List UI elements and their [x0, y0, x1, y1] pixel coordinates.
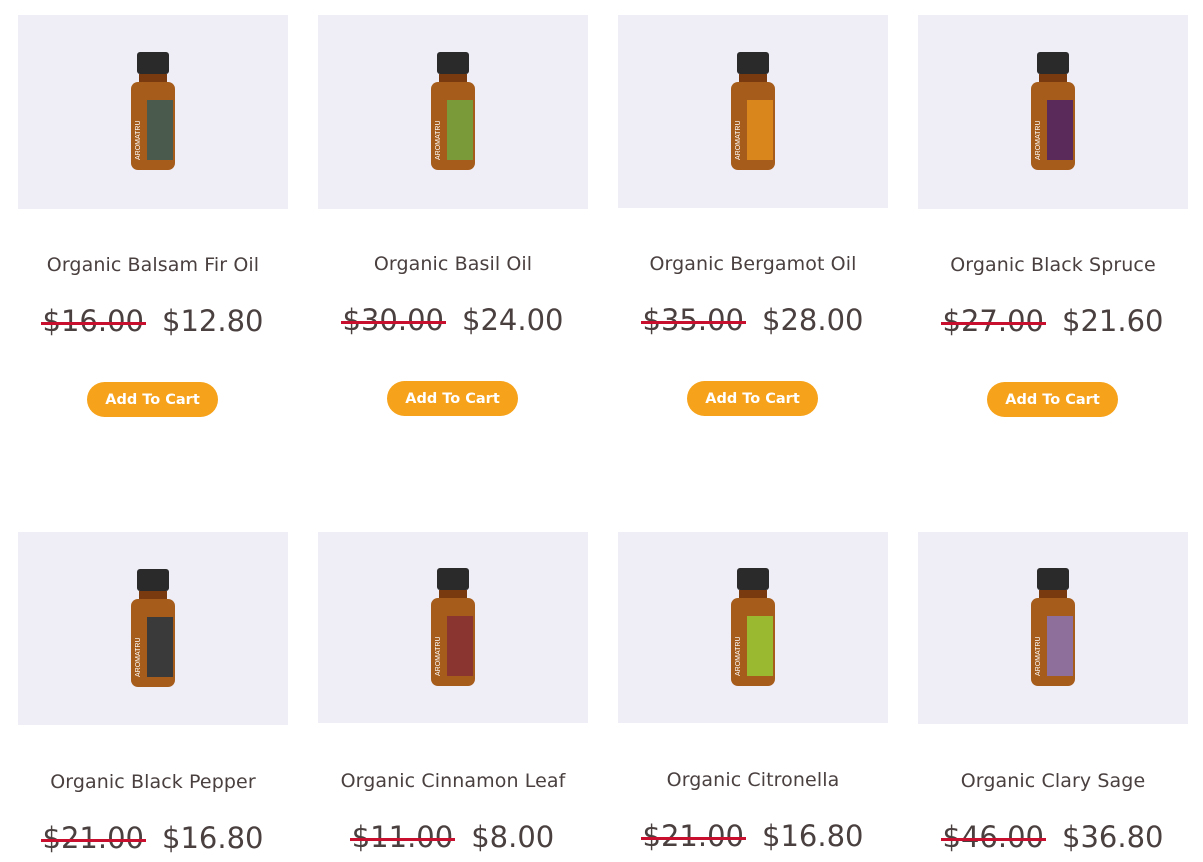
- oil-bottle-icon: AROMATRU: [431, 52, 475, 170]
- product-card: AROMATRU Organic Basil Oil $30.00 $24.00…: [318, 15, 588, 435]
- add-to-cart-button[interactable]: Add To Cart: [987, 382, 1118, 417]
- original-price: $16.00: [40, 304, 147, 338]
- product-title[interactable]: Organic Cinnamon Leaf: [318, 770, 588, 792]
- product-grid: AROMATRU Organic Balsam Fir Oil $16.00 $…: [0, 0, 1203, 862]
- product-card: AROMATRU Organic Black Spruce $27.00 $21…: [918, 15, 1188, 435]
- original-price: $21.00: [40, 821, 147, 855]
- product-card: AROMATRU Organic Black Pepper $21.00 $16…: [18, 532, 288, 862]
- product-title[interactable]: Organic Balsam Fir Oil: [18, 254, 288, 276]
- product-title[interactable]: Organic Clary Sage: [918, 770, 1188, 792]
- bottle-brand: AROMATRU: [1035, 636, 1042, 676]
- original-price: $21.00: [640, 819, 747, 853]
- product-card: AROMATRU Organic Balsam Fir Oil $16.00 $…: [18, 15, 288, 435]
- product-card: AROMATRU Organic Clary Sage $46.00 $36.8…: [918, 532, 1188, 862]
- price-row: $30.00 $24.00: [318, 303, 588, 337]
- sale-price: $16.80: [162, 821, 264, 855]
- product-image[interactable]: AROMATRU: [918, 532, 1188, 724]
- price-row: $27.00 $21.60: [918, 304, 1188, 338]
- oil-bottle-icon: AROMATRU: [131, 52, 175, 170]
- product-image[interactable]: AROMATRU: [318, 532, 588, 723]
- product-title[interactable]: Organic Bergamot Oil: [618, 253, 888, 275]
- price-row: $21.00 $16.80: [618, 819, 888, 853]
- oil-bottle-icon: AROMATRU: [1031, 52, 1075, 170]
- price-row: $46.00 $36.80: [918, 820, 1188, 854]
- product-image[interactable]: AROMATRU: [618, 15, 888, 208]
- sale-price: $24.00: [462, 303, 564, 337]
- oil-bottle-icon: AROMATRU: [431, 567, 475, 686]
- sale-price: $28.00: [762, 303, 864, 337]
- original-price: $11.00: [349, 820, 456, 854]
- bottle-brand: AROMATRU: [1035, 120, 1042, 160]
- sale-price: $16.80: [762, 819, 864, 853]
- oil-bottle-icon: AROMATRU: [1031, 568, 1075, 686]
- price-row: $35.00 $28.00: [618, 303, 888, 337]
- product-title[interactable]: Organic Citronella: [618, 769, 888, 791]
- product-image[interactable]: AROMATRU: [618, 532, 888, 723]
- add-to-cart-button[interactable]: Add To Cart: [87, 382, 218, 417]
- product-card: AROMATRU Organic Bergamot Oil $35.00 $28…: [618, 15, 888, 435]
- product-card: AROMATRU Organic Citronella $21.00 $16.8…: [618, 532, 888, 862]
- sale-price: $8.00: [471, 820, 555, 854]
- product-title[interactable]: Organic Black Pepper: [18, 771, 288, 793]
- original-price: $35.00: [640, 303, 747, 337]
- product-image[interactable]: AROMATRU: [918, 15, 1188, 209]
- add-to-cart-button[interactable]: Add To Cart: [687, 381, 818, 416]
- bottle-brand: AROMATRU: [735, 636, 742, 676]
- product-image[interactable]: AROMATRU: [318, 15, 588, 209]
- bottle-brand: AROMATRU: [135, 637, 142, 677]
- price-row: $16.00 $12.80: [18, 304, 288, 338]
- oil-bottle-icon: AROMATRU: [131, 568, 175, 687]
- sale-price: $21.60: [1062, 304, 1164, 338]
- original-price: $27.00: [940, 304, 1047, 338]
- product-card: AROMATRU Organic Cinnamon Leaf $11.00 $8…: [318, 532, 588, 862]
- product-image[interactable]: AROMATRU: [18, 15, 288, 209]
- add-to-cart-button[interactable]: Add To Cart: [387, 381, 518, 416]
- bottle-brand: AROMATRU: [435, 636, 442, 676]
- bottle-brand: AROMATRU: [735, 120, 742, 160]
- price-row: $11.00 $8.00: [318, 820, 588, 854]
- price-row: $21.00 $16.80: [18, 821, 288, 855]
- bottle-brand: AROMATRU: [135, 120, 142, 160]
- sale-price: $36.80: [1062, 820, 1164, 854]
- oil-bottle-icon: AROMATRU: [731, 51, 775, 170]
- bottle-brand: AROMATRU: [435, 120, 442, 160]
- product-title[interactable]: Organic Black Spruce: [918, 254, 1188, 276]
- oil-bottle-icon: AROMATRU: [731, 567, 775, 686]
- product-title[interactable]: Organic Basil Oil: [318, 253, 588, 275]
- product-image[interactable]: AROMATRU: [18, 532, 288, 725]
- original-price: $46.00: [940, 820, 1047, 854]
- original-price: $30.00: [340, 303, 447, 337]
- sale-price: $12.80: [162, 304, 264, 338]
